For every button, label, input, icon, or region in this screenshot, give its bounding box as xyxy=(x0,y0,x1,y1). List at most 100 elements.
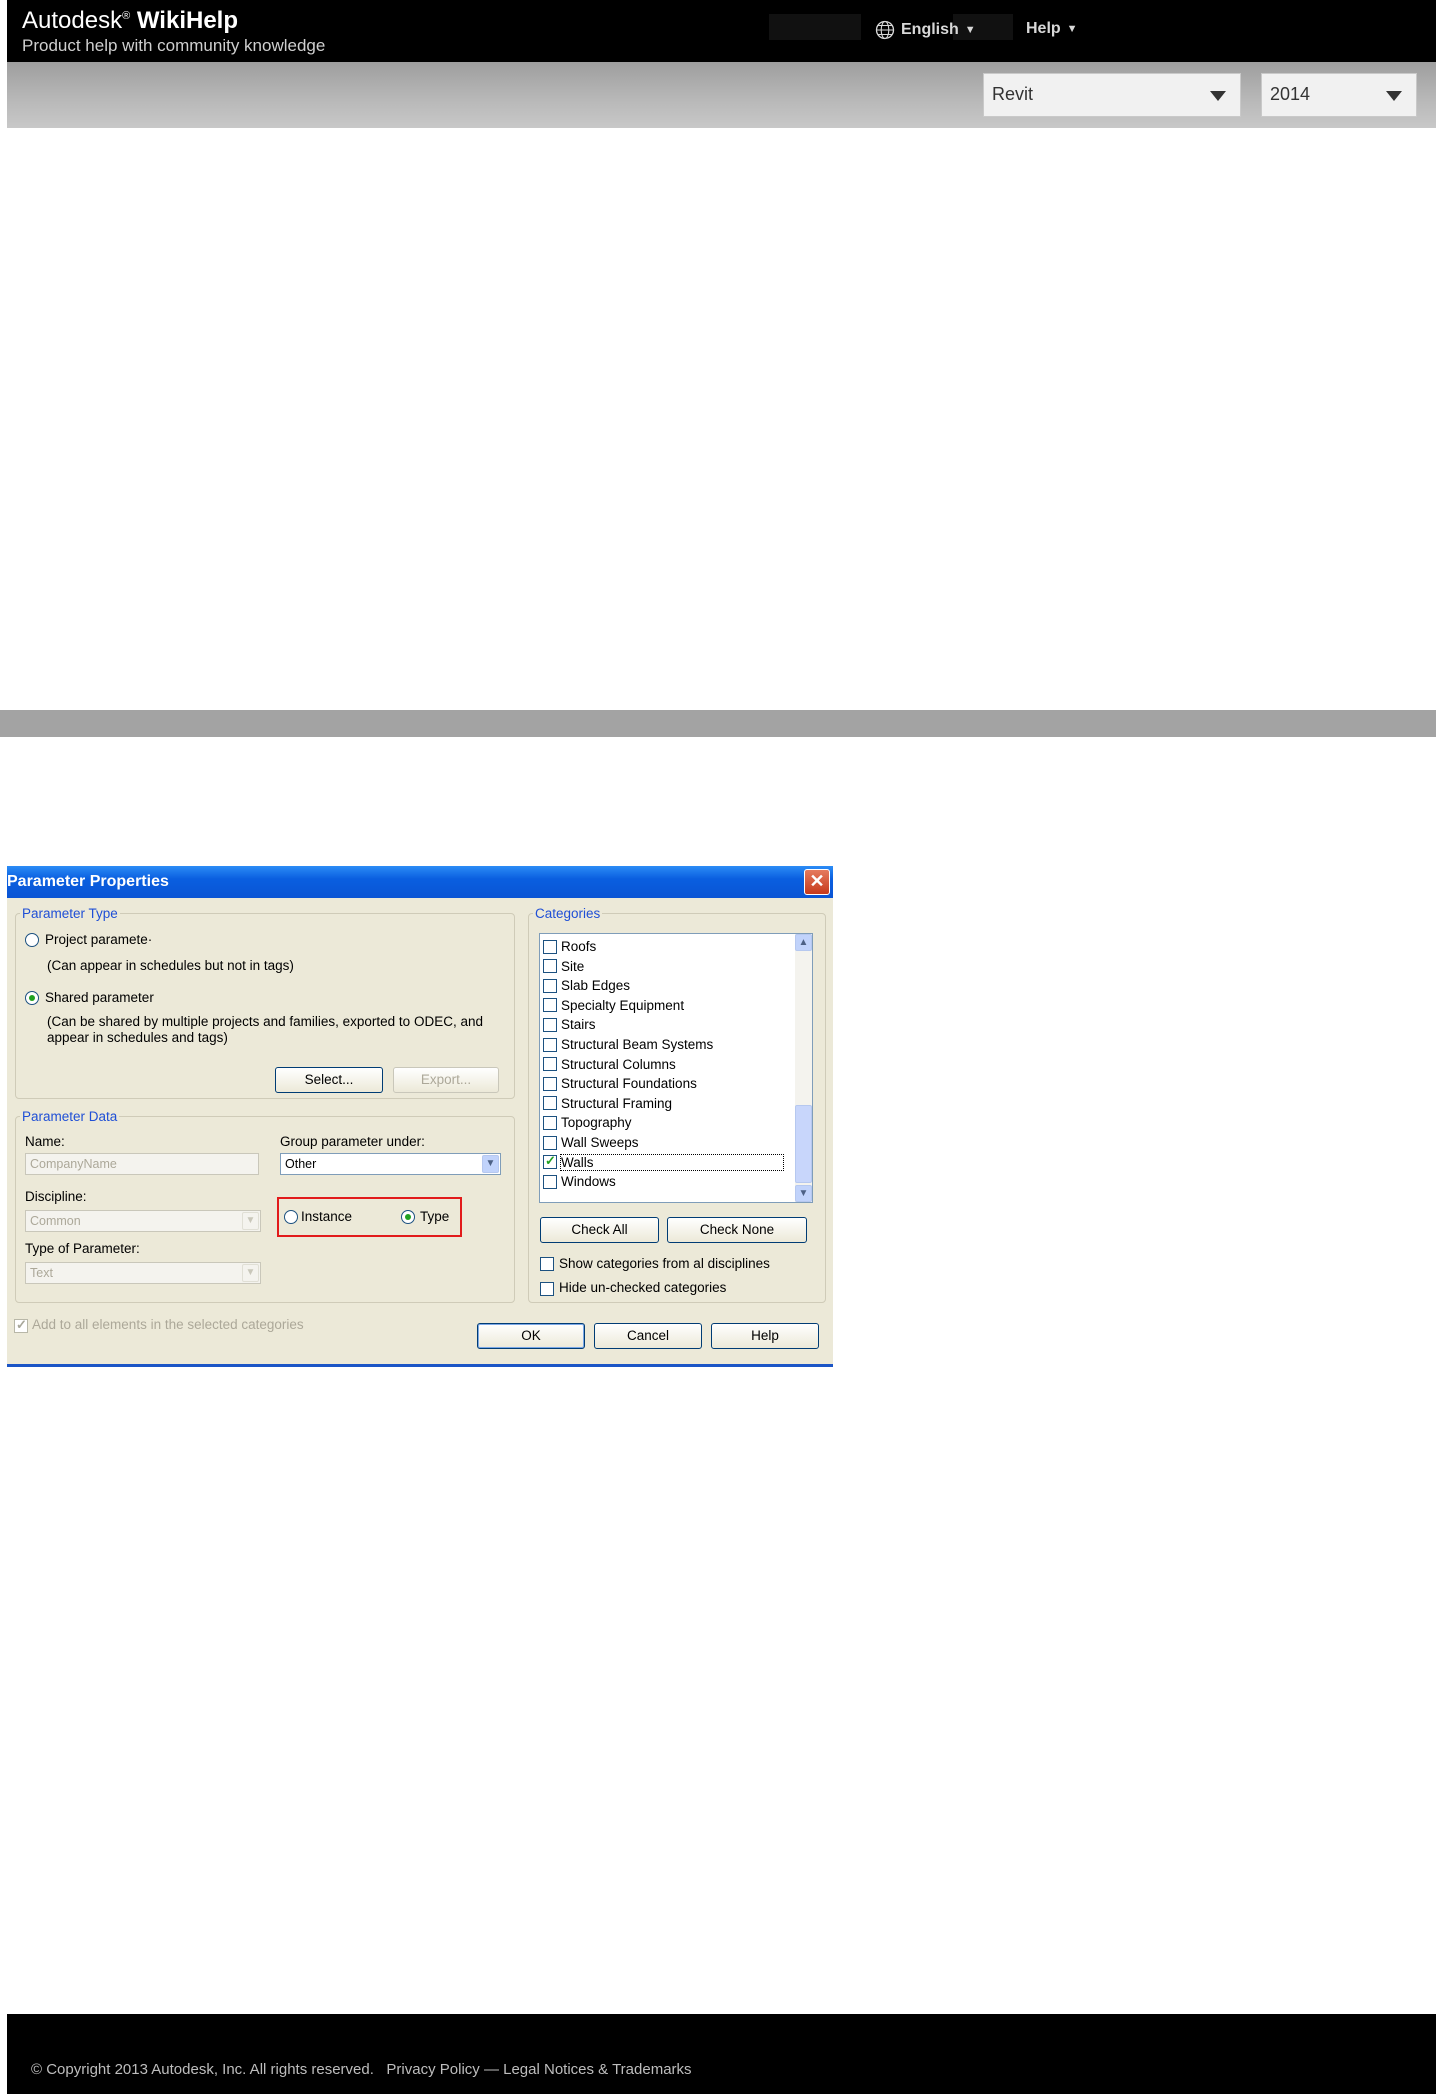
show-all-disciplines-label: Show categories from al disciplines xyxy=(559,1256,770,1271)
parameter-type-legend: Parameter Type xyxy=(22,906,118,921)
type-of-parameter-value: Text xyxy=(30,1266,53,1280)
section-divider xyxy=(0,710,1436,737)
add-to-all-checkbox[interactable] xyxy=(14,1317,28,1333)
category-label: Structural Columns xyxy=(561,1056,676,1072)
instance-radio[interactable] xyxy=(284,1210,298,1224)
logo-brand: Autodesk xyxy=(22,7,123,34)
site-logo[interactable]: Autodesk® WikiHelp xyxy=(22,7,238,35)
type-of-parameter-label: Type of Parameter: xyxy=(25,1241,140,1256)
group-parameter-label: Group parameter under: xyxy=(280,1134,425,1149)
logo-product: WikiHelp xyxy=(136,7,238,34)
close-icon[interactable]: ✕ xyxy=(804,869,830,895)
categories-scrollbar[interactable]: ▲ ▼ xyxy=(795,934,812,1202)
category-label: Topography xyxy=(561,1115,632,1131)
shared-parameter-label: Shared parameter xyxy=(45,990,154,1005)
category-checkbox[interactable] xyxy=(543,1115,557,1130)
category-item[interactable]: Windows xyxy=(543,1172,616,1191)
category-checkbox[interactable] xyxy=(543,959,557,974)
site-header: Autodesk® WikiHelp Product help with com… xyxy=(7,0,1436,62)
category-item[interactable]: Roofs xyxy=(543,937,596,956)
scroll-down-icon[interactable]: ▼ xyxy=(795,1185,812,1202)
category-label: Slab Edges xyxy=(561,978,631,994)
legal-notices-link[interactable]: Legal Notices & Trademarks xyxy=(503,2061,691,2078)
scroll-up-icon[interactable]: ▲ xyxy=(795,934,812,951)
category-checkbox[interactable] xyxy=(543,1017,557,1032)
hide-unchecked-label: Hide un-checked categories xyxy=(559,1280,727,1295)
category-label: Wall Sweeps xyxy=(561,1135,639,1150)
dropdown-arrow-icon xyxy=(1210,91,1226,101)
category-checkbox[interactable] xyxy=(543,1135,557,1150)
product-select[interactable]: Revit xyxy=(983,73,1241,117)
name-field[interactable]: CompanyName xyxy=(25,1153,259,1175)
category-item[interactable]: Topography xyxy=(543,1113,632,1132)
product-toolbar: Revit 2014 xyxy=(7,62,1436,128)
category-item[interactable]: Structural Columns xyxy=(543,1055,676,1074)
category-item[interactable]: Wall Sweeps xyxy=(543,1133,639,1152)
project-parameter-desc: (Can appear in schedules but not in tags… xyxy=(47,958,294,973)
project-parameter-label: Project paramete· xyxy=(45,932,153,947)
help-menu[interactable]: Help ▼ xyxy=(1026,20,1078,38)
copyright: © Copyright 2013 Autodesk, Inc. All righ… xyxy=(31,2061,374,2078)
category-item[interactable]: Stairs xyxy=(543,1015,596,1034)
category-label: Site xyxy=(561,958,585,974)
help-button[interactable]: Help xyxy=(711,1323,819,1349)
category-checkbox[interactable] xyxy=(543,978,557,993)
category-label: Windows xyxy=(561,1174,616,1190)
site-tagline: Product help with community knowledge xyxy=(22,36,326,55)
category-item[interactable]: Structural Foundations xyxy=(543,1074,697,1093)
chevron-down-icon: ▼ xyxy=(482,1155,499,1173)
name-label: Name: xyxy=(25,1134,65,1149)
shared-parameter-desc-line1: (Can be shared by multiple projects and … xyxy=(47,1014,483,1029)
shared-parameter-radio[interactable] xyxy=(25,991,39,1005)
discipline-select[interactable]: Common ▼ xyxy=(25,1210,261,1232)
footer-separator: — xyxy=(483,2061,499,2078)
category-checkbox[interactable] xyxy=(543,1037,557,1052)
show-all-disciplines-checkbox[interactable] xyxy=(540,1257,554,1271)
type-radio[interactable] xyxy=(401,1210,415,1224)
product-select-value: Revit xyxy=(992,84,1034,104)
group-parameter-select[interactable]: Other ▼ xyxy=(280,1153,501,1175)
caret-down-icon: ▼ xyxy=(1066,23,1078,35)
category-checkbox[interactable] xyxy=(543,1057,557,1072)
category-label: Specialty Equipment xyxy=(561,997,685,1013)
version-select[interactable]: 2014 xyxy=(1261,73,1417,117)
project-parameter-radio[interactable] xyxy=(25,933,39,947)
select-button[interactable]: Select... xyxy=(275,1067,383,1093)
categories-list[interactable]: Roofs Site Slab Edges Specialty Equipment St… xyxy=(539,933,813,1203)
category-item[interactable]: Slab Edges xyxy=(543,976,630,995)
category-checkbox[interactable] xyxy=(543,1096,557,1111)
type-label: Type xyxy=(420,1209,450,1224)
category-checkbox[interactable] xyxy=(543,1153,557,1170)
ok-button[interactable]: OK xyxy=(477,1323,585,1349)
page: Autodesk® WikiHelp Product help with com… xyxy=(0,0,1436,2094)
privacy-policy-link[interactable]: Privacy Policy xyxy=(386,2061,479,2078)
language-menu[interactable]: English ▼ xyxy=(875,20,976,40)
category-label: Structural Beam Systems xyxy=(561,1037,714,1052)
dialog-titlebar: Parameter Properties ✕ xyxy=(7,866,833,898)
category-item[interactable]: Structural Framing xyxy=(543,1094,672,1113)
category-label: Stairs xyxy=(561,1017,596,1033)
caret-down-icon: ▼ xyxy=(964,24,976,36)
check-none-button[interactable]: Check None xyxy=(667,1217,807,1243)
hide-unchecked-checkbox[interactable] xyxy=(540,1282,554,1296)
category-item[interactable]: Site xyxy=(543,957,584,976)
discipline-value: Common xyxy=(30,1214,81,1228)
export-button[interactable]: Export... xyxy=(393,1067,499,1093)
cancel-button[interactable]: Cancel xyxy=(594,1323,702,1349)
category-checkbox[interactable] xyxy=(543,939,557,954)
add-to-all-label: Add to all elements in the selected cate… xyxy=(32,1317,304,1332)
category-checkbox[interactable] xyxy=(543,1076,557,1091)
type-of-parameter-select[interactable]: Text ▼ xyxy=(25,1262,261,1284)
category-item[interactable]: Structural Beam Systems xyxy=(543,1035,713,1054)
check-all-button[interactable]: Check All xyxy=(540,1217,659,1243)
scrollbar-thumb[interactable] xyxy=(795,1105,812,1183)
help-label: Help xyxy=(1026,20,1061,37)
category-item[interactable]: Walls xyxy=(543,1153,784,1172)
category-item[interactable]: Specialty Equipment xyxy=(543,996,684,1015)
shared-parameter-desc-line2: appear in schedules and tags) xyxy=(47,1030,228,1045)
category-checkbox[interactable] xyxy=(543,998,557,1013)
categories-legend: Categories xyxy=(535,906,601,921)
category-checkbox[interactable] xyxy=(543,1174,557,1189)
site-footer: © Copyright 2013 Autodesk, Inc. All righ… xyxy=(7,2014,1436,2094)
discipline-label: Discipline: xyxy=(25,1189,87,1204)
